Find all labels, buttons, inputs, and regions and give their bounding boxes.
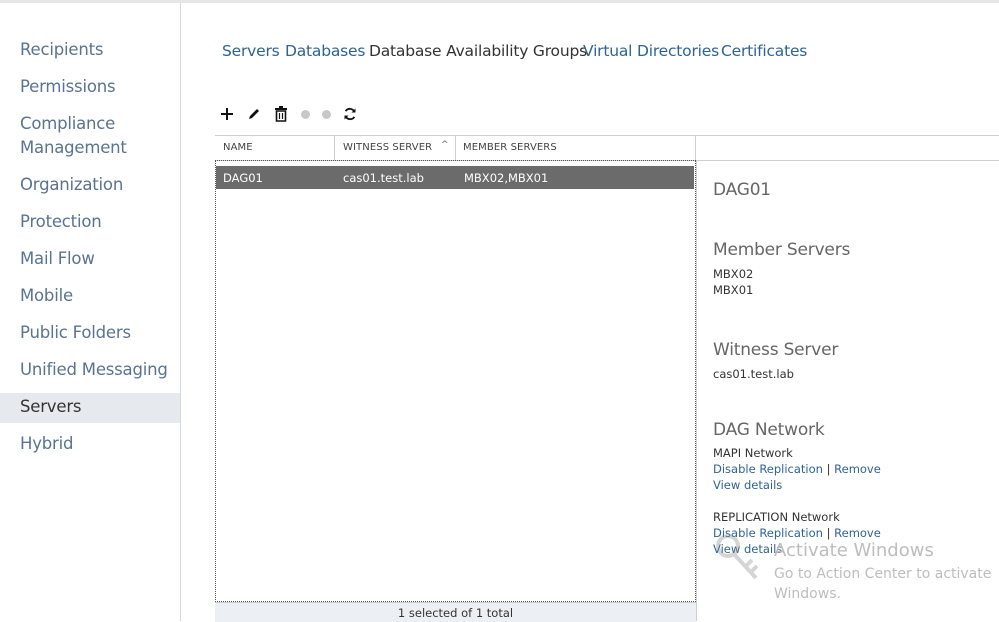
disabled-action-icon bbox=[300, 109, 310, 119]
cell-witness-server: cas01.test.lab bbox=[343, 171, 424, 185]
disabled-action-button[interactable] bbox=[316, 104, 336, 124]
edit-icon bbox=[249, 109, 259, 119]
column-header-name[interactable]: NAME bbox=[223, 142, 253, 153]
disabled-action-icon bbox=[321, 109, 331, 119]
delete-icon bbox=[275, 106, 287, 122]
sidebar-item-hybrid[interactable]: Hybrid bbox=[0, 432, 180, 456]
witness-server-heading: Witness Server bbox=[713, 340, 839, 360]
disable-replication-link[interactable]: Disable Replication bbox=[713, 462, 823, 476]
activate-windows-text: Windows. bbox=[774, 586, 841, 602]
network-name: MAPI Network bbox=[713, 446, 793, 460]
column-header-witness-server[interactable]: WITNESS SERVER bbox=[343, 142, 432, 153]
tab-servers[interactable]: Servers bbox=[222, 42, 280, 60]
tab-certificates[interactable]: Certificates bbox=[721, 42, 807, 60]
dag-network-heading: DAG Network bbox=[713, 420, 825, 440]
link-separator: | bbox=[826, 526, 831, 540]
sidebar-item-label: Mail Flow bbox=[20, 249, 95, 268]
sidebar-item-mobile[interactable]: Mobile bbox=[0, 284, 180, 308]
tab-virtual-directories[interactable]: Virtual Directories bbox=[583, 42, 719, 60]
disabled-action-button[interactable] bbox=[295, 104, 315, 124]
column-separator bbox=[334, 136, 335, 160]
grid-header: NAME WITNESS SERVER ^ MEMBER SERVERS bbox=[215, 135, 999, 161]
network-actions: Disable Replication | Remove bbox=[713, 462, 881, 476]
edit-button[interactable] bbox=[244, 104, 264, 124]
sidebar-item-compliance-management[interactable]: Compliance Management bbox=[0, 112, 180, 160]
network-name: REPLICATION Network bbox=[713, 510, 840, 524]
cell-member-servers: MBX02,MBX01 bbox=[464, 171, 549, 185]
key-icon bbox=[716, 534, 759, 580]
sidebar-item-label: Recipients bbox=[20, 40, 104, 59]
tab-database-availability-groups[interactable]: Database Availability Groups bbox=[369, 42, 587, 60]
sidebar-item-label: Organization bbox=[20, 175, 124, 194]
status-bar: 1 selected of 1 total bbox=[215, 602, 696, 622]
sidebar-item-unified-messaging[interactable]: Unified Messaging bbox=[0, 358, 180, 382]
sidebar-item-mail-flow[interactable]: Mail Flow bbox=[0, 247, 180, 271]
sidebar-item-organization[interactable]: Organization bbox=[0, 173, 180, 197]
sidebar-item-servers[interactable]: Servers bbox=[0, 393, 180, 423]
column-separator bbox=[455, 136, 456, 160]
details-divider bbox=[696, 160, 697, 621]
sidebar-item-label: Servers bbox=[20, 397, 82, 416]
member-server-value: MBX01 bbox=[713, 283, 754, 297]
tab-databases[interactable]: Databases bbox=[285, 42, 365, 60]
refresh-icon bbox=[344, 107, 356, 121]
refresh-button[interactable] bbox=[340, 104, 360, 124]
member-server-value: MBX02 bbox=[713, 267, 754, 281]
link-separator: | bbox=[826, 462, 831, 476]
add-button[interactable] bbox=[217, 104, 237, 124]
sidebar-item-label: Protection bbox=[20, 212, 102, 231]
table-row[interactable] bbox=[216, 166, 694, 189]
sidebar-item-protection[interactable]: Protection bbox=[0, 210, 180, 234]
delete-button[interactable] bbox=[271, 104, 291, 124]
activate-windows-title: Activate Windows bbox=[774, 540, 934, 561]
sort-ascending-icon: ^ bbox=[441, 140, 449, 150]
activate-windows-text: Go to Action Center to activate bbox=[774, 566, 992, 582]
selection-count: 1 selected of 1 total bbox=[397, 606, 514, 620]
sidebar-item-recipients[interactable]: Recipients bbox=[0, 38, 180, 62]
sidebar-item-label: Public Folders bbox=[20, 323, 131, 342]
dag-list bbox=[215, 160, 696, 602]
add-icon bbox=[221, 108, 233, 120]
sidebar-item-public-folders[interactable]: Public Folders bbox=[0, 321, 180, 345]
remove-link[interactable]: Remove bbox=[834, 526, 881, 540]
sidebar-item-permissions[interactable]: Permissions bbox=[0, 75, 180, 99]
column-separator bbox=[695, 136, 696, 160]
remove-link[interactable]: Remove bbox=[834, 462, 881, 476]
witness-server-value: cas01.test.lab bbox=[713, 367, 794, 381]
sidebar-item-label: Unified Messaging bbox=[20, 360, 168, 379]
view-details-link-wrapper: View details bbox=[713, 478, 782, 492]
cell-name: DAG01 bbox=[223, 171, 263, 185]
sidebar-item-label: Mobile bbox=[20, 286, 73, 305]
sidebar-item-label: Hybrid bbox=[20, 434, 74, 453]
view-details-link[interactable]: View details bbox=[713, 478, 782, 492]
member-servers-heading: Member Servers bbox=[713, 240, 851, 260]
details-dag-name: DAG01 bbox=[713, 180, 771, 200]
sidebar-item-label: Management bbox=[20, 138, 127, 157]
sidebar-item-label: Compliance bbox=[20, 114, 116, 133]
sidebar-item-label: Permissions bbox=[20, 77, 116, 96]
column-header-member-servers[interactable]: MEMBER SERVERS bbox=[463, 142, 557, 153]
